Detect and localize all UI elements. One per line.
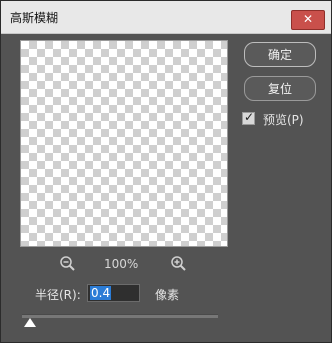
dialog-title: 高斯模糊	[10, 11, 59, 25]
zoom-controls: 100%	[59, 254, 199, 274]
reset-button[interactable]: 复位	[244, 76, 316, 101]
radius-slider-thumb[interactable]	[23, 318, 36, 327]
radius-unit: 像素	[155, 288, 180, 302]
preview-checkbox[interactable]: ✓	[242, 110, 255, 125]
radius-slider-track[interactable]	[22, 314, 218, 318]
preview-label: 预览(P)	[263, 113, 304, 127]
check-icon: ✓	[244, 110, 255, 124]
zoom-in-button[interactable]	[170, 255, 188, 273]
zoom-level: 100%	[104, 257, 139, 271]
zoom-out-button[interactable]	[59, 255, 77, 273]
close-button[interactable]: ✕	[291, 10, 325, 30]
close-icon: ✕	[302, 12, 314, 26]
radius-value: 0.4	[90, 286, 112, 300]
gaussian-blur-dialog: 高斯模糊 ✕ 100% 半径(R): 0.4 像素 确定 复位 ✓ 预览(P)	[0, 0, 332, 343]
zoom-in-icon	[171, 256, 186, 271]
radius-label: 半径(R):	[35, 288, 81, 302]
preview-canvas[interactable]	[20, 40, 228, 247]
radius-input[interactable]: 0.4	[87, 284, 140, 302]
zoom-out-icon	[60, 256, 75, 271]
title-bar: 高斯模糊 ✕	[1, 1, 331, 34]
ok-button[interactable]: 确定	[244, 42, 316, 67]
